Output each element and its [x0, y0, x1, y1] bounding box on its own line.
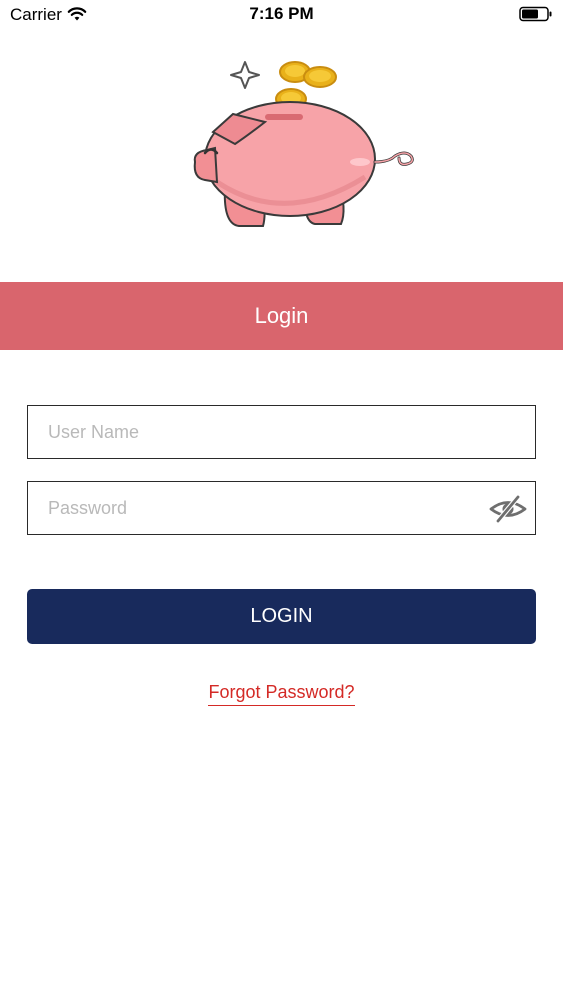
status-bar: Carrier 7:16 PM [0, 0, 563, 30]
page-title: Login [254, 303, 309, 328]
login-button[interactable]: LOGIN [27, 589, 536, 644]
piggy-bank-illustration [155, 52, 425, 242]
sparkle-icon [230, 61, 260, 89]
password-field[interactable] [27, 481, 536, 535]
status-time: 7:16 PM [249, 4, 314, 23]
forgot-password-container: Forgot Password? [0, 682, 563, 706]
battery-icon [519, 6, 553, 27]
coin-icon [303, 66, 337, 88]
forgot-password-link[interactable]: Forgot Password? [208, 682, 355, 706]
username-input[interactable] [28, 406, 535, 458]
password-input[interactable] [28, 482, 535, 534]
username-field[interactable] [27, 405, 536, 459]
piggy-bank-icon [193, 101, 414, 227]
eye-slash-icon[interactable] [489, 494, 527, 524]
login-header: Login [0, 282, 563, 350]
